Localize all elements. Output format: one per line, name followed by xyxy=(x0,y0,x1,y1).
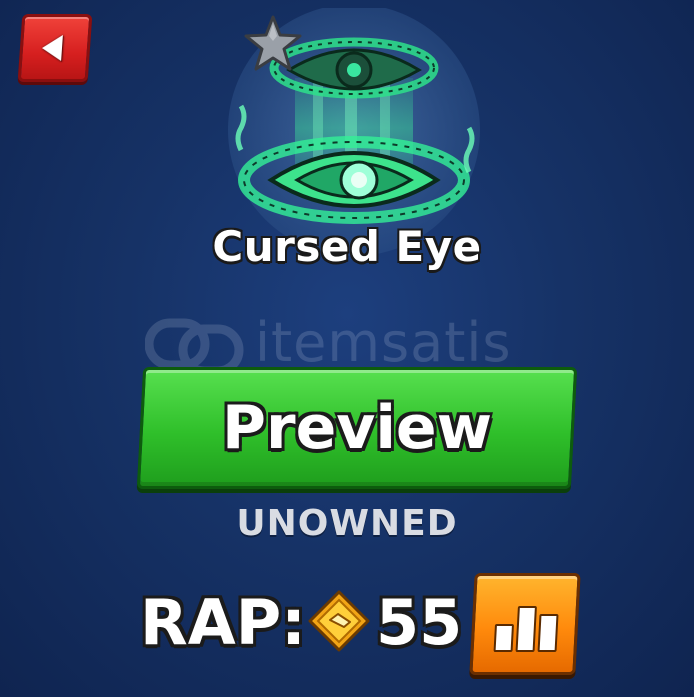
item-name: Cursed Eye xyxy=(212,222,482,271)
back-button[interactable] xyxy=(17,14,93,82)
rap-value: 55 xyxy=(376,586,463,659)
rap-label: RAP: xyxy=(140,586,306,659)
watermark-text: itemsatis xyxy=(255,311,512,374)
back-arrow-icon xyxy=(41,35,63,61)
preview-button[interactable]: Preview xyxy=(136,367,578,489)
diamond-coin-icon xyxy=(308,590,370,652)
preview-button-label: Preview xyxy=(221,393,493,463)
stats-button[interactable] xyxy=(469,573,581,675)
ownership-status: UNOWNED xyxy=(236,503,458,544)
star-icon xyxy=(244,15,302,71)
